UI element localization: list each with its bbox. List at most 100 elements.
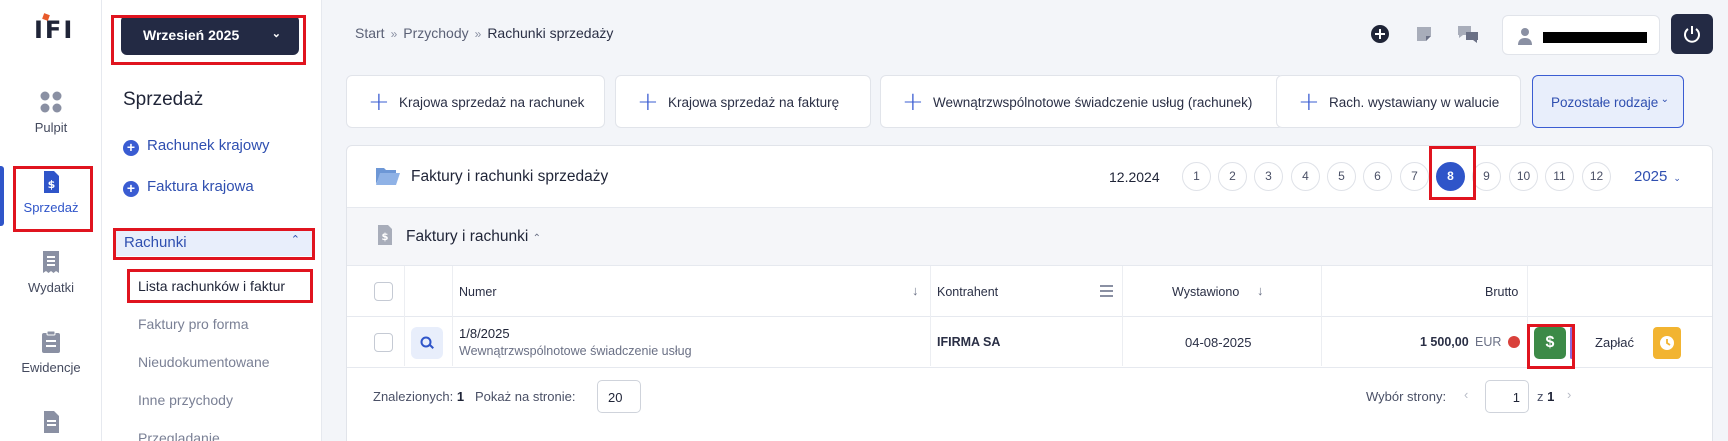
total-pages: 1 — [1547, 389, 1555, 404]
sidebar-item-nieudokumentowane[interactable]: Nieudokumentowane — [138, 354, 270, 370]
table-section-header: $ Faktury i rachunki ⌃ — [347, 208, 1712, 266]
clipboard-icon — [42, 330, 60, 353]
breadcrumb-przychody[interactable]: Przychody — [403, 25, 468, 41]
new-domestic-sale-bill-button[interactable]: + Krajowa sprzedaż na rachunek — [346, 75, 605, 128]
user-menu-button[interactable] — [1502, 15, 1660, 55]
month-10[interactable]: 10 — [1509, 162, 1538, 191]
column-header-brutto[interactable]: Brutto — [1485, 285, 1518, 299]
link-label: Rachunek krajowy — [147, 137, 270, 154]
redacted-username — [1543, 32, 1647, 43]
section-label: Rachunki — [124, 234, 187, 251]
page-total: z 1 — [1537, 389, 1554, 404]
row-issue-date: 04-08-2025 — [1185, 335, 1252, 350]
sidebar-item-przegladanie[interactable]: Przeglądanie — [138, 430, 220, 441]
breadcrumb-start[interactable]: Start — [355, 25, 385, 41]
breadcrumb-current: Rachunki sprzedaży — [487, 25, 614, 41]
month-4[interactable]: 4 — [1291, 162, 1320, 191]
chat-help-icon[interactable] — [1456, 24, 1480, 44]
filter-list-icon[interactable] — [1100, 285, 1113, 297]
new-intra-community-service-button[interactable]: + Wewnątrzwspólnotowe świadczenie usług (… — [880, 75, 1284, 128]
clock-icon — [1660, 336, 1674, 350]
page-number-input[interactable]: 1 — [1485, 380, 1529, 413]
button-label: Pozostałe rodzaje — [1551, 95, 1659, 110]
sort-down-icon[interactable]: ↓ — [912, 283, 919, 298]
reminder-button[interactable] — [1653, 327, 1681, 359]
new-foreign-currency-bill-button[interactable]: + Rach. wystawiany w walucie — [1276, 75, 1521, 128]
table-section-toggle[interactable]: Faktury i rachunki ⌃ — [406, 228, 541, 246]
plus-circle-icon: + — [123, 140, 139, 156]
logout-button[interactable] — [1671, 14, 1713, 54]
row-currency: EUR — [1475, 335, 1502, 349]
sort-down-icon[interactable]: ↓ — [1257, 283, 1264, 298]
month-7[interactable]: 7 — [1400, 162, 1429, 191]
power-icon — [1684, 26, 1700, 43]
table-row[interactable]: 1/8/2025 Wewnątrzwspólnotowe świadczenie… — [347, 317, 1712, 368]
row-contractor: IFIRMA SA — [937, 335, 1001, 349]
month-9[interactable]: 9 — [1472, 162, 1501, 191]
payment-button[interactable]: $ — [1534, 327, 1566, 359]
chevron-down-icon: ⌄ — [1660, 94, 1669, 105]
rail-item-pulpit[interactable]: Pulpit — [0, 90, 102, 135]
rail-item-sprzedaz[interactable]: $ Sprzedaż — [0, 170, 102, 215]
document-icon — [44, 411, 59, 433]
month-3[interactable]: 3 — [1254, 162, 1283, 191]
sales-panel: Faktury i rachunki sprzedaży 12.2024 1 2… — [346, 145, 1713, 441]
new-domestic-sale-invoice-button[interactable]: + Krajowa sprzedaż na fakturę — [615, 75, 871, 128]
pay-action-link[interactable]: Zapłać — [1595, 335, 1634, 350]
month-selector-button[interactable]: Wrzesień 2025 ⌄ — [121, 15, 299, 55]
select-all-checkbox[interactable] — [374, 282, 393, 301]
breadcrumb-separator-icon: » — [474, 27, 482, 41]
other-types-dropdown[interactable]: Pozostałe rodzaje ⌄ — [1532, 75, 1684, 128]
month-1[interactable]: 1 — [1182, 162, 1211, 191]
sidebar-item-proforma[interactable]: Faktury pro forma — [138, 316, 248, 332]
breadcrumb: Start » Przychody » Rachunki sprzedaży — [355, 25, 613, 41]
button-label: Rach. wystawiany w walucie — [1329, 95, 1500, 110]
chevron-down-icon: ⌄ — [271, 28, 281, 40]
next-page-icon[interactable]: › — [1567, 387, 1571, 402]
column-header-wystawiono[interactable]: Wystawiono — [1172, 285, 1239, 299]
invoice-dollar-icon: $ — [44, 171, 59, 193]
rail-item-more[interactable] — [0, 410, 102, 440]
panel-header: Faktury i rachunki sprzedaży 12.2024 1 2… — [347, 146, 1712, 208]
row-number[interactable]: 1/8/2025 — [459, 326, 510, 341]
previous-period-link[interactable]: 12.2024 — [1109, 169, 1160, 185]
column-header-kontrahent[interactable]: Kontrahent — [937, 285, 998, 299]
section-title: Faktury i rachunki — [406, 228, 529, 245]
month-11[interactable]: 11 — [1545, 162, 1574, 191]
row-marker — [1570, 327, 1573, 359]
column-header-numer[interactable]: Numer — [459, 285, 497, 299]
row-checkbox[interactable] — [374, 333, 393, 352]
ifirma-logo[interactable]: IFI — [34, 13, 72, 52]
rail-item-label: Ewidencje — [21, 360, 81, 375]
month-2[interactable]: 2 — [1218, 162, 1247, 191]
new-domestic-invoice-link[interactable]: + Faktura krajowa — [123, 178, 254, 197]
month-5[interactable]: 5 — [1327, 162, 1356, 191]
chevron-up-icon: ⌃ — [532, 233, 542, 244]
rail-item-wydatki[interactable]: Wydatki — [0, 250, 102, 295]
table-footer: Znalezionych: 1 Pokaż na stronie: 20 Wyb… — [347, 368, 1712, 424]
month-6[interactable]: 6 — [1363, 162, 1392, 191]
button-label: Krajowa sprzedaż na rachunek — [399, 95, 585, 110]
plus-icon: + — [902, 87, 924, 117]
rail-item-label: Sprzedaż — [23, 200, 79, 215]
per-page-input[interactable]: 20 — [597, 380, 641, 413]
note-icon[interactable] — [1414, 24, 1434, 44]
per-page-label: Pokaż na stronie: — [475, 389, 576, 404]
new-domestic-bill-link[interactable]: + Rachunek krajowy — [123, 137, 270, 156]
row-description: Wewnątrzwspólnotowe świadczenie usług — [459, 344, 692, 358]
dashboard-icon — [40, 91, 62, 113]
rail-item-ewidencje[interactable]: Ewidencje — [0, 330, 102, 375]
found-value: 1 — [456, 389, 465, 404]
sidebar-item-lista[interactable]: Lista rachunków i faktur — [138, 278, 285, 294]
add-circle-icon[interactable] — [1370, 24, 1390, 44]
section-rachunki[interactable]: Rachunki ⌃ — [114, 228, 312, 256]
search-icon — [420, 336, 434, 349]
preview-button[interactable] — [411, 327, 443, 359]
month-8[interactable]: 8 — [1436, 162, 1465, 191]
prev-page-icon[interactable]: ‹ — [1464, 387, 1468, 402]
month-12[interactable]: 12 — [1582, 162, 1611, 191]
found-count: Znalezionych: 1 — [373, 389, 464, 404]
sidebar-item-inne[interactable]: Inne przychody — [138, 392, 233, 408]
year-selector[interactable]: 2025 ⌄ — [1634, 168, 1681, 185]
row-amount: 1 500,00 — [1420, 335, 1469, 349]
